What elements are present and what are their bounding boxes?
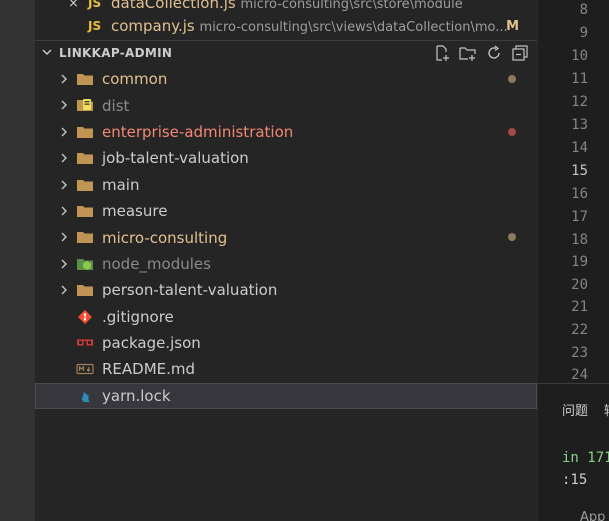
- tree-item-job-talent-valuation[interactable]: job-talent-valuation: [35, 145, 537, 171]
- chevron-right-icon: [61, 259, 67, 269]
- tab-output[interactable]: 输: [604, 400, 609, 419]
- folder-icon: [77, 285, 93, 297]
- chevron-right-icon: [61, 180, 67, 190]
- tree-item-gitignore[interactable]: .gitignore: [35, 304, 537, 330]
- folder-icon: [77, 126, 93, 138]
- tree-item-label: enterprise-administration: [102, 122, 294, 141]
- tab-problems[interactable]: 问题: [562, 400, 588, 419]
- open-editor-name: company.js micro-consulting\src\views\da…: [111, 17, 508, 35]
- explorer-title: LINKKAP-ADMIN: [59, 45, 173, 60]
- git-icon: [78, 309, 92, 324]
- file-tree: common dist enterprise-administration jo…: [35, 66, 537, 410]
- explorer-section-header[interactable]: LINKKAP-ADMIN: [35, 40, 537, 64]
- tree-item-node-modules[interactable]: node_modules: [35, 251, 537, 277]
- line-number: 14: [571, 140, 588, 156]
- new-file-icon[interactable]: [433, 44, 451, 62]
- line-number: 21: [571, 299, 588, 315]
- chevron-right-icon: [61, 285, 67, 295]
- tree-item-dist[interactable]: dist: [35, 92, 537, 118]
- line-number: 12: [571, 94, 588, 110]
- terminal-text: :15: [562, 472, 588, 488]
- line-number: 16: [571, 186, 588, 202]
- modified-dot: [508, 233, 516, 242]
- tree-item-label: measure: [102, 202, 168, 221]
- open-editor-item[interactable]: × JS dataCollection.js micro-consulting\…: [35, 0, 537, 15]
- tree-item-label: README.md: [102, 360, 196, 379]
- tree-item-label: dist: [102, 96, 130, 115]
- tree-item-label: main: [102, 175, 140, 194]
- terminal-text: App: [580, 510, 606, 521]
- tree-item-measure[interactable]: measure: [35, 198, 537, 224]
- chevron-right-icon: [61, 127, 67, 137]
- tree-item-common[interactable]: common: [35, 66, 537, 92]
- line-number: 24: [571, 367, 588, 383]
- folder-icon: [77, 205, 93, 217]
- open-editor-name: dataCollection.js micro-consulting\src\s…: [111, 0, 463, 12]
- modified-dot: [508, 75, 516, 83]
- markdown-icon: [76, 364, 94, 375]
- tree-item-readme[interactable]: README.md: [35, 356, 537, 382]
- line-number: 10: [571, 48, 588, 64]
- line-number: 23: [571, 345, 588, 361]
- tree-item-main[interactable]: main: [35, 172, 537, 198]
- tree-item-label: person-talent-valuation: [102, 281, 278, 300]
- tree-item-label: package.json: [102, 334, 201, 353]
- open-editor-path: micro-consulting\src\store\module: [240, 0, 463, 12]
- folder-dist-icon: [77, 99, 93, 112]
- line-number: 22: [571, 322, 588, 338]
- tree-item-person-talent-valuation[interactable]: person-talent-valuation: [35, 277, 537, 303]
- chevron-right-icon: [61, 206, 67, 216]
- activity-bar: [0, 0, 35, 521]
- chevron-right-icon: [61, 232, 67, 242]
- tree-item-label: node_modules: [102, 254, 211, 273]
- open-editor-item[interactable]: JS company.js micro-consulting\src\views…: [35, 14, 537, 38]
- line-number: 11: [571, 71, 588, 87]
- chevron-down-icon: [42, 49, 52, 55]
- tree-item-label: .gitignore: [102, 307, 174, 326]
- tree-item-micro-consulting[interactable]: micro-consulting: [35, 224, 537, 250]
- active-line-number: 15: [571, 163, 588, 179]
- js-file-icon: JS: [88, 0, 102, 10]
- tree-item-yarn-lock[interactable]: yarn.lock: [35, 382, 537, 410]
- js-file-icon: JS: [88, 19, 102, 33]
- line-number: 13: [571, 117, 588, 133]
- terminal-text: in 171: [562, 450, 609, 466]
- line-number: 18: [571, 232, 588, 248]
- panel-divider: [538, 383, 609, 384]
- line-number: 17: [571, 209, 588, 225]
- tree-item-label: yarn.lock: [102, 386, 171, 405]
- explorer-sidebar: × JS dataCollection.js micro-consulting\…: [35, 0, 537, 521]
- collapse-all-icon[interactable]: [511, 44, 529, 62]
- open-editors-list: × JS dataCollection.js micro-consulting\…: [35, 0, 537, 40]
- line-number: 20: [571, 277, 588, 293]
- tree-item-package-json[interactable]: package.json: [35, 330, 537, 356]
- folder-icon: [77, 74, 93, 85]
- tree-item-label: micro-consulting: [102, 228, 228, 247]
- tree-item-label: job-talent-valuation: [102, 149, 249, 168]
- folder-node-icon: [77, 258, 93, 270]
- editor-pane: 8 9 10 11 12 13 14 15 16 17 18 19 20 21 …: [537, 0, 609, 521]
- chevron-right-icon: [61, 153, 67, 163]
- tree-item-label: common: [102, 70, 168, 89]
- chevron-right-icon: [61, 74, 67, 84]
- line-number: 8: [579, 2, 588, 18]
- explorer-actions: [433, 44, 529, 62]
- refresh-icon[interactable]: [485, 44, 503, 62]
- tree-item-enterprise-administration[interactable]: enterprise-administration: [35, 119, 537, 145]
- folder-icon: [77, 179, 93, 191]
- open-editor-path: micro-consulting\src\views\dataCollectio…: [199, 20, 508, 35]
- new-folder-icon[interactable]: [459, 44, 477, 62]
- line-number: 19: [571, 254, 588, 270]
- line-number: 9: [579, 25, 588, 41]
- close-icon[interactable]: ×: [68, 0, 79, 11]
- folder-icon: [77, 153, 93, 165]
- error-dot: [508, 127, 516, 136]
- chevron-right-icon: [61, 100, 67, 110]
- npm-icon: [77, 339, 93, 346]
- modified-badge: M: [506, 18, 519, 34]
- folder-icon: [77, 232, 93, 244]
- yarn-icon: [82, 389, 90, 402]
